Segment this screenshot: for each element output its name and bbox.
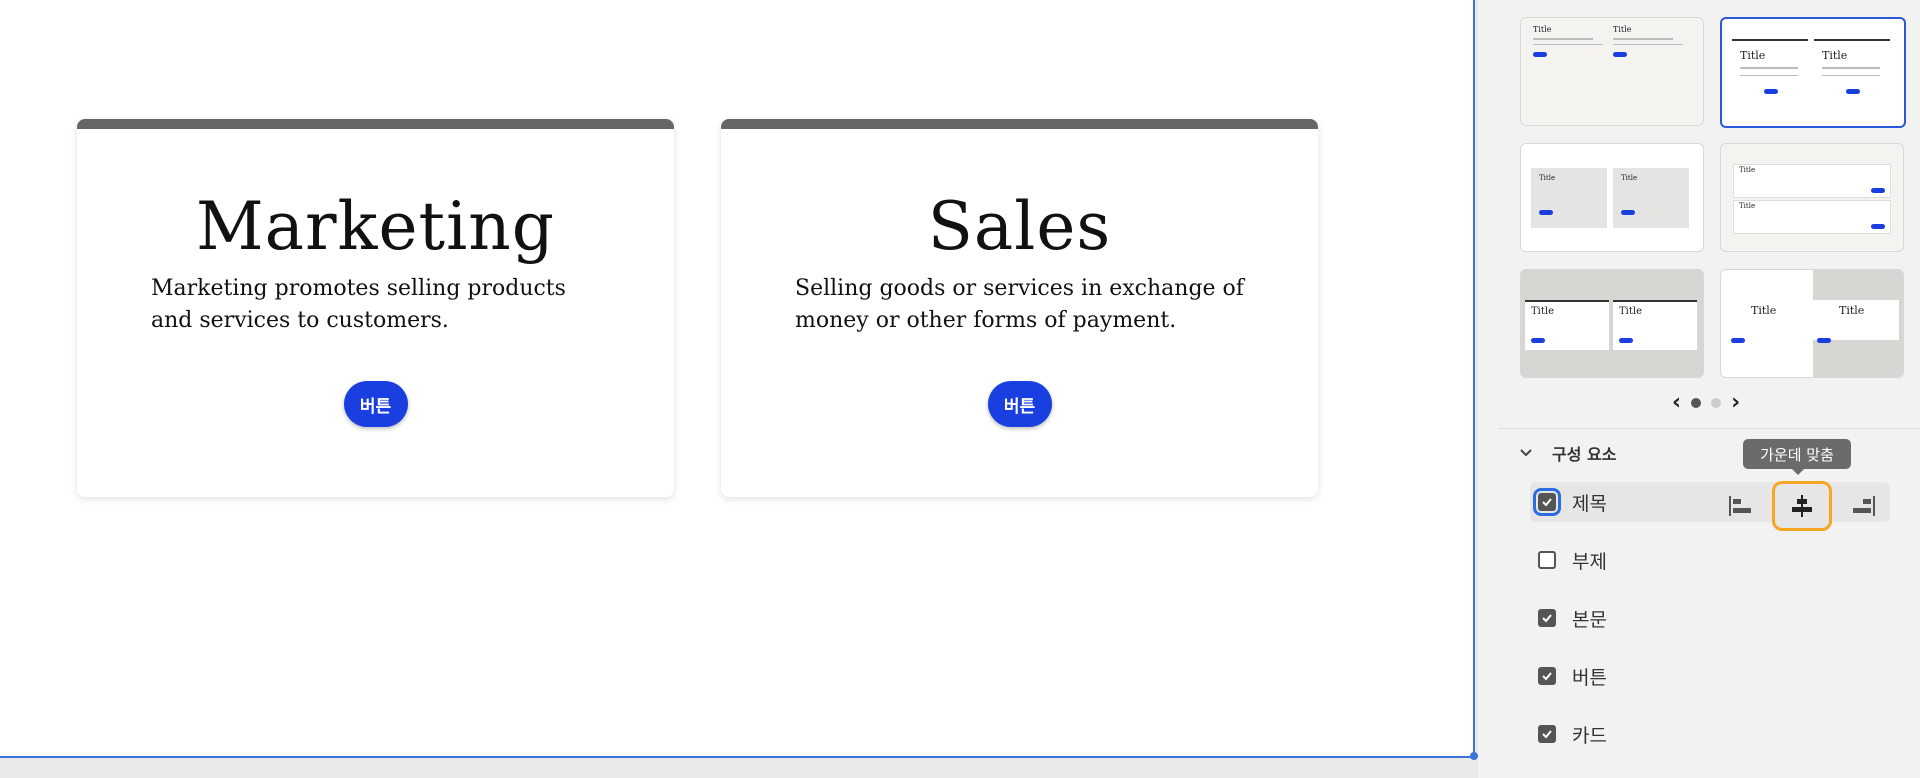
layout-thumbnail-6[interactable]: Title Title [1720,269,1904,378]
layout-thumbnail-3[interactable]: Title Title [1520,143,1704,252]
card-title[interactable]: Marketing [77,191,674,263]
layout-thumbnail-1[interactable]: Title Title [1520,17,1704,126]
thumb-title: Title [1739,202,1756,210]
check-icon [1542,730,1552,739]
alignment-tooltip: 가운데 맞춤 [1743,439,1851,475]
thumb-title: Title [1533,25,1552,34]
section-divider [1498,428,1920,429]
card-body[interactable]: Selling goods or services in exchange of… [795,273,1244,337]
thumb-title: Title [1539,174,1556,182]
card-title[interactable]: Sales [721,191,1318,263]
align-center-button[interactable] [1772,481,1832,531]
component-row-button[interactable]: 버튼 [1530,656,1890,696]
layout-thumbnail-4[interactable]: Title Title [1720,143,1904,252]
checkbox-title[interactable] [1533,488,1561,516]
card-sales[interactable]: Sales Selling goods or services in excha… [721,119,1318,497]
row-label: 부제 [1572,550,1607,573]
card-marketing[interactable]: Marketing Marketing promotes selling pro… [77,119,674,497]
checkbox-card[interactable] [1538,725,1556,743]
chevron-down-icon[interactable] [1518,445,1534,461]
thumb-title: Title [1839,304,1865,317]
row-label: 카드 [1572,724,1607,747]
row-label: 본문 [1572,608,1607,631]
align-right-button[interactable] [1844,486,1884,526]
check-icon [1542,672,1552,681]
thumb-title: Title [1751,304,1777,317]
resize-handle[interactable] [1470,752,1478,760]
chevron-right-icon[interactable]: › [1731,390,1740,415]
align-left-button[interactable] [1720,486,1760,526]
card-button[interactable]: 버튼 [987,381,1052,427]
checkbox-button[interactable] [1538,667,1556,685]
page-dot-active[interactable] [1691,397,1702,408]
card-top-bar [721,119,1318,129]
thumb-title: Title [1740,49,1766,62]
card-button[interactable]: 버튼 [343,381,408,427]
thumb-title: Title [1531,306,1555,317]
component-row-subtitle[interactable]: 부제 [1530,540,1890,580]
align-left-icon [1729,496,1751,516]
components-section-header[interactable]: 구성 요소 [1518,441,1616,465]
checkbox-subtitle[interactable] [1538,551,1556,569]
component-row-body[interactable]: 본문 [1530,598,1890,638]
layout-thumbnail-5[interactable]: Title Title [1520,269,1704,378]
thumb-title: Title [1619,306,1643,317]
row-label: 버튼 [1572,666,1607,689]
layout-thumbnail-2[interactable]: Title Title [1720,17,1906,128]
checkbox-body[interactable] [1538,609,1556,627]
card-body[interactable]: Marketing promotes selling products and … [151,273,600,337]
thumb-title: Title [1621,174,1638,182]
thumb-title: Title [1739,166,1756,174]
check-icon [1542,498,1552,507]
section-title: 구성 요소 [1552,445,1617,464]
row-label: 제목 [1572,492,1607,515]
align-center-icon [1792,495,1812,517]
page-dot[interactable] [1711,397,1722,408]
thumb-title: Title [1822,49,1848,62]
thumbnail-pager: ‹ › [1672,390,1740,415]
thumb-title: Title [1613,25,1632,34]
card-top-bar [77,119,674,129]
alignment-controls [1720,481,1884,531]
align-right-icon [1853,496,1875,516]
slide-canvas[interactable]: Marketing Marketing promotes selling pro… [0,0,1475,758]
component-row-card[interactable]: 카드 [1530,714,1890,754]
chevron-left-icon[interactable]: ‹ [1672,390,1681,415]
check-icon [1542,614,1552,623]
